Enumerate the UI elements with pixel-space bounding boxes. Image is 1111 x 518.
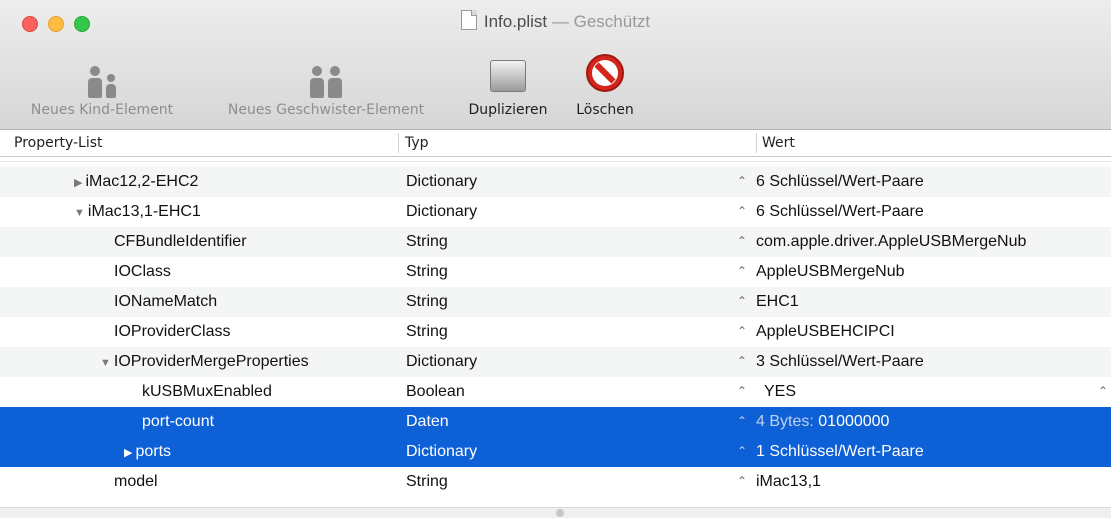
table-header: Property-List Typ Wert: [0, 130, 1111, 157]
plist-outline: ▶ iMac12,2-EHC2 Dictionary ⌃ 6 Schlüssel/…: [0, 157, 1111, 507]
property-key: ▼ iMac13,1-EHC1: [74, 203, 201, 220]
stepper-icon[interactable]: ⌃: [737, 474, 747, 488]
stepper-icon[interactable]: ⌃: [737, 414, 747, 428]
person-parent-icon: [88, 66, 102, 98]
person-child-icon: [106, 74, 116, 98]
resize-grip[interactable]: [556, 509, 564, 517]
property-key: kUSBMuxEnabled: [142, 383, 272, 400]
property-value[interactable]: AppleUSBEHCIPCI: [756, 323, 895, 341]
title-separator: —: [547, 12, 574, 31]
column-header-type[interactable]: Typ: [405, 135, 429, 151]
column-header-value[interactable]: Wert: [762, 135, 795, 151]
property-type[interactable]: Daten: [406, 413, 449, 431]
property-type[interactable]: String: [406, 263, 448, 281]
property-value[interactable]: AppleUSBMergeNub: [756, 263, 905, 281]
document-icon: [460, 10, 477, 30]
document-status: Geschützt: [573, 12, 651, 31]
disclosure-triangle-icon[interactable]: ▶: [124, 447, 132, 459]
popup-arrows-icon[interactable]: ⌃: [1098, 384, 1108, 398]
column-header-property-list[interactable]: Property-List: [14, 135, 103, 151]
table-row[interactable]: IONameMatch String ⌃ EHC1: [0, 287, 1111, 317]
window-title: Info.plist — Geschützt: [0, 10, 1111, 32]
prohibited-icon: [586, 54, 624, 92]
property-type[interactable]: Dictionary: [406, 443, 477, 461]
property-value: 1 Schlüssel/Wert-Paare: [756, 443, 924, 460]
property-key: ▶ iMac12,2-EHC2: [74, 173, 199, 190]
table-row[interactable]: ▼ IOProviderMergeProperties Dictionary ⌃ …: [0, 347, 1111, 377]
table-row[interactable]: ▼ iMac13,1-EHC1 Dictionary ⌃ 6 Schlüssel/…: [0, 197, 1111, 227]
table-row[interactable]: CFBundleIdentifier String ⌃ com.apple.dr…: [0, 227, 1111, 257]
stepper-icon[interactable]: ⌃: [737, 204, 747, 218]
disclosure-triangle-icon[interactable]: ▶: [74, 177, 82, 189]
person-sibling-icon: [310, 66, 324, 98]
stepper-icon[interactable]: ⌃: [737, 384, 747, 398]
column-divider[interactable]: [398, 133, 399, 153]
new-child-label: Neues Kind-Element: [30, 102, 174, 118]
bottom-bar: [0, 507, 1111, 518]
property-value: 3 Schlüssel/Wert-Paare: [756, 353, 924, 370]
plist-editor-window: Info.plist — Geschützt Neues Kind-Elemen…: [0, 0, 1111, 518]
property-type[interactable]: Dictionary: [406, 173, 477, 191]
column-divider[interactable]: [756, 133, 757, 153]
property-key: model: [114, 473, 158, 490]
property-type[interactable]: String: [406, 473, 448, 491]
table-row[interactable]: IOProviderClass String ⌃ AppleUSBEHCIPCI: [0, 317, 1111, 347]
property-type[interactable]: String: [406, 293, 448, 311]
table-row[interactable]: model String ⌃ iMac13,1: [0, 467, 1111, 497]
property-key: ▶ ports: [124, 443, 172, 460]
property-value[interactable]: com.apple.driver.AppleUSBMergeNub: [756, 233, 1026, 251]
duplicate-label: Duplizieren: [468, 102, 548, 118]
stepper-icon[interactable]: ⌃: [737, 174, 747, 188]
document-name: Info.plist: [483, 12, 548, 31]
table-row[interactable]: kUSBMuxEnabled Boolean ⌃ YES ⌃: [0, 377, 1111, 407]
stepper-icon[interactable]: ⌃: [737, 234, 747, 248]
toolbar: Info.plist — Geschützt Neues Kind-Elemen…: [0, 0, 1111, 130]
new-sibling-button[interactable]: Neues Geschwister-Element: [206, 50, 446, 118]
property-key: IOProviderClass: [114, 323, 231, 340]
property-type[interactable]: Dictionary: [406, 353, 477, 371]
stepper-icon[interactable]: ⌃: [737, 294, 747, 308]
table-row[interactable]: IOClass String ⌃ AppleUSBMergeNub: [0, 257, 1111, 287]
stepper-icon[interactable]: ⌃: [737, 264, 747, 278]
property-type[interactable]: Dictionary: [406, 203, 477, 221]
property-value[interactable]: EHC1: [756, 293, 799, 311]
stepper-icon[interactable]: ⌃: [737, 354, 747, 368]
property-type[interactable]: String: [406, 323, 448, 341]
new-sibling-label: Neues Geschwister-Element: [227, 102, 425, 118]
stepper-icon[interactable]: ⌃: [737, 324, 747, 338]
copier-icon: [490, 60, 526, 92]
table-row-selected[interactable]: ▶ ports Dictionary ⌃ 1 Schlüssel/Wert-Paa…: [0, 437, 1111, 467]
stepper-icon[interactable]: ⌃: [737, 444, 747, 458]
property-type[interactable]: Boolean: [406, 383, 465, 401]
table-row[interactable]: ▶ iMac12,2-EHC2 Dictionary ⌃ 6 Schlüssel/…: [0, 167, 1111, 197]
table-row-selected[interactable]: port-count Daten ⌃ 4 Bytes: 01000000: [0, 407, 1111, 437]
person-sibling-icon: [328, 66, 342, 98]
delete-button[interactable]: Löschen: [566, 50, 644, 118]
duplicate-button[interactable]: Duplizieren: [458, 50, 558, 118]
property-value: 6 Schlüssel/Wert-Paare: [756, 173, 924, 190]
property-key: IONameMatch: [114, 293, 218, 310]
property-key: CFBundleIdentifier: [114, 233, 247, 250]
delete-label: Löschen: [576, 102, 634, 118]
new-child-button[interactable]: Neues Kind-Element: [10, 50, 194, 118]
disclosure-triangle-icon[interactable]: ▼: [100, 357, 111, 369]
property-key: port-count: [142, 413, 215, 430]
property-key: ▼ IOProviderMergeProperties: [100, 353, 309, 370]
property-value[interactable]: 4 Bytes: 01000000: [756, 413, 889, 431]
disclosure-triangle-icon[interactable]: ▼: [74, 207, 85, 219]
property-value[interactable]: YES: [764, 383, 796, 401]
property-key: IOClass: [114, 263, 171, 280]
property-type[interactable]: String: [406, 233, 448, 251]
property-value[interactable]: iMac13,1: [756, 473, 821, 491]
property-value: 6 Schlüssel/Wert-Paare: [756, 203, 924, 220]
